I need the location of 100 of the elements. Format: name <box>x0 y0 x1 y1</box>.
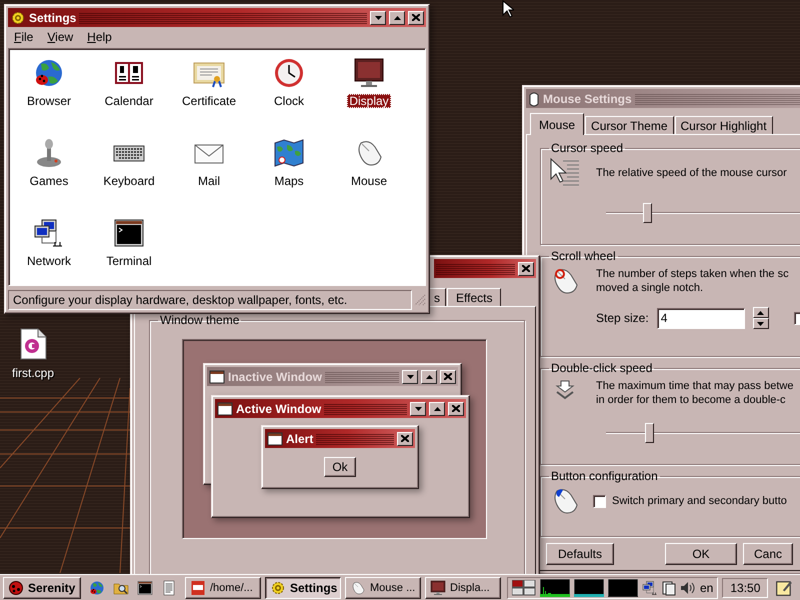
tab[interactable]: Mouse <box>530 113 584 135</box>
close-icon <box>522 265 530 272</box>
settings-app-item[interactable]: Mouse <box>348 137 390 188</box>
tab[interactable]: Effects <box>447 288 502 306</box>
close-icon <box>452 405 460 412</box>
status-bar: Configure your display hardware, desktop wallpaper, fonts, etc. <box>8 290 412 310</box>
notes-icon[interactable] <box>775 578 793 596</box>
group-title: Scroll wheel <box>550 249 617 263</box>
document-icon <box>190 580 206 596</box>
usage-graph-drawing[interactable] <box>574 578 604 596</box>
settings-app-item[interactable]: Display <box>347 57 391 108</box>
usage-graph-drawing[interactable] <box>608 578 638 596</box>
workspace-icon[interactable] <box>512 580 536 596</box>
settings-app-item[interactable]: Browser <box>24 57 73 108</box>
settings-app-item[interactable]: Mail <box>193 137 225 188</box>
settings-app-item[interactable]: Games <box>28 137 70 188</box>
group-title: Cursor speed <box>550 141 624 155</box>
ladybug-icon <box>8 580 24 596</box>
spin-down-button[interactable] <box>752 318 769 329</box>
slider-thumb[interactable] <box>645 423 654 443</box>
spin-up-button[interactable] <box>752 307 769 318</box>
settings-app-item[interactable]: Maps <box>272 137 306 188</box>
map-icon <box>273 137 305 169</box>
window-title: Mouse Settings <box>543 92 632 106</box>
title-bar[interactable]: Active Window <box>215 399 466 418</box>
taskbar-button[interactable]: /home/... <box>185 576 261 598</box>
close-icon <box>444 373 452 380</box>
dialog-button[interactable]: Canc <box>743 543 793 565</box>
close-icon <box>401 435 409 442</box>
gear-icon <box>10 10 26 26</box>
network-adapter-icon[interactable] <box>642 580 658 596</box>
title-bar[interactable]: Settings <box>8 8 426 27</box>
title-bar[interactable]: Alert <box>265 429 415 448</box>
menu-item[interactable]: Help <box>87 30 112 44</box>
step-size-field[interactable]: 4 <box>656 308 745 328</box>
title-bar[interactable] <box>434 259 536 278</box>
tab[interactable]: Cursor Highlight <box>674 116 773 134</box>
clock-icon <box>272 57 305 89</box>
terminal-icon <box>112 217 145 249</box>
settings-app-item[interactable]: Network <box>24 217 73 268</box>
caret-down-icon <box>757 322 764 326</box>
description-text: The relative speed of the mouse cursor <box>596 166 787 180</box>
window-icon <box>217 400 233 416</box>
dialog-button[interactable]: OK <box>665 543 737 565</box>
group-title: Window theme <box>159 313 240 327</box>
group-title: Button configuration <box>550 469 659 483</box>
field-label: Step size: <box>596 311 649 325</box>
monitor-icon <box>430 580 446 596</box>
slider-thumb[interactable] <box>643 203 652 223</box>
gear-icon <box>270 580 286 596</box>
window-icon <box>209 368 225 384</box>
taskbar-button[interactable]: Mouse ... <box>345 576 421 598</box>
menu-item[interactable]: File <box>14 30 34 44</box>
checkbox-label[interactable]: Switch primary and secondary butto <box>612 495 787 507</box>
clock[interactable]: 13:50 <box>722 578 768 598</box>
text-document-icon[interactable] <box>161 580 177 596</box>
group-title: Double-click speed <box>550 361 654 375</box>
dialog-button[interactable]: Defaults <box>546 543 614 565</box>
settings-app-item[interactable]: Clock <box>272 57 306 108</box>
caret-up-icon <box>394 16 400 20</box>
minimize-button[interactable] <box>410 402 426 416</box>
settings-app-item[interactable]: Calendar <box>102 57 156 108</box>
maximize-button[interactable] <box>389 10 405 24</box>
close-button[interactable] <box>448 402 464 416</box>
desktop-file-item[interactable]: first.cpp <box>12 328 54 380</box>
close-button[interactable] <box>518 262 534 276</box>
close-button[interactable] <box>397 432 413 446</box>
monitor-icon <box>352 57 385 89</box>
caret-up-icon <box>757 310 764 314</box>
menu-item[interactable]: View <box>47 30 74 44</box>
checkbox[interactable] <box>593 494 606 508</box>
start-button[interactable]: Serenity <box>3 576 81 598</box>
window-title: Inactive Window <box>228 370 322 384</box>
mouse-pointer-icon <box>502 0 514 18</box>
globe-icon[interactable] <box>89 580 105 596</box>
caret-down-icon <box>406 374 414 378</box>
close-button[interactable] <box>408 10 424 24</box>
maximize-button[interactable] <box>429 402 445 416</box>
settings-app-item[interactable]: Keyboard <box>101 137 157 188</box>
ok-button[interactable]: Ok <box>324 456 356 476</box>
terminal-icon[interactable] <box>137 580 153 596</box>
minimize-button[interactable] <box>370 10 386 24</box>
settings-app-item[interactable]: Terminal <box>104 217 154 268</box>
tab[interactable]: Cursor Theme <box>585 116 674 134</box>
description-text: The maximum time that may pass betwe in order for them to become a double-c <box>596 379 794 407</box>
mouse-icon <box>528 90 540 106</box>
window-icon <box>267 430 283 446</box>
usage-graph-drawing[interactable] <box>540 578 570 596</box>
cpp-file-icon <box>19 328 47 360</box>
window-title: Alert <box>286 432 314 446</box>
network-icon <box>32 217 65 249</box>
description-text: The number of steps taken when the sc moved a single notch. <box>596 267 789 295</box>
keyboard-layout[interactable]: en <box>700 580 714 594</box>
resize-grip-icon <box>414 294 426 306</box>
taskbar-button[interactable]: Displa... <box>425 576 501 598</box>
taskbar-button[interactable]: Settings <box>265 576 341 598</box>
window-title: Active Window <box>236 402 322 416</box>
clipboard-icon[interactable] <box>662 580 676 596</box>
settings-app-item[interactable]: Certificate <box>180 57 238 108</box>
speaker-icon[interactable] <box>680 580 696 596</box>
